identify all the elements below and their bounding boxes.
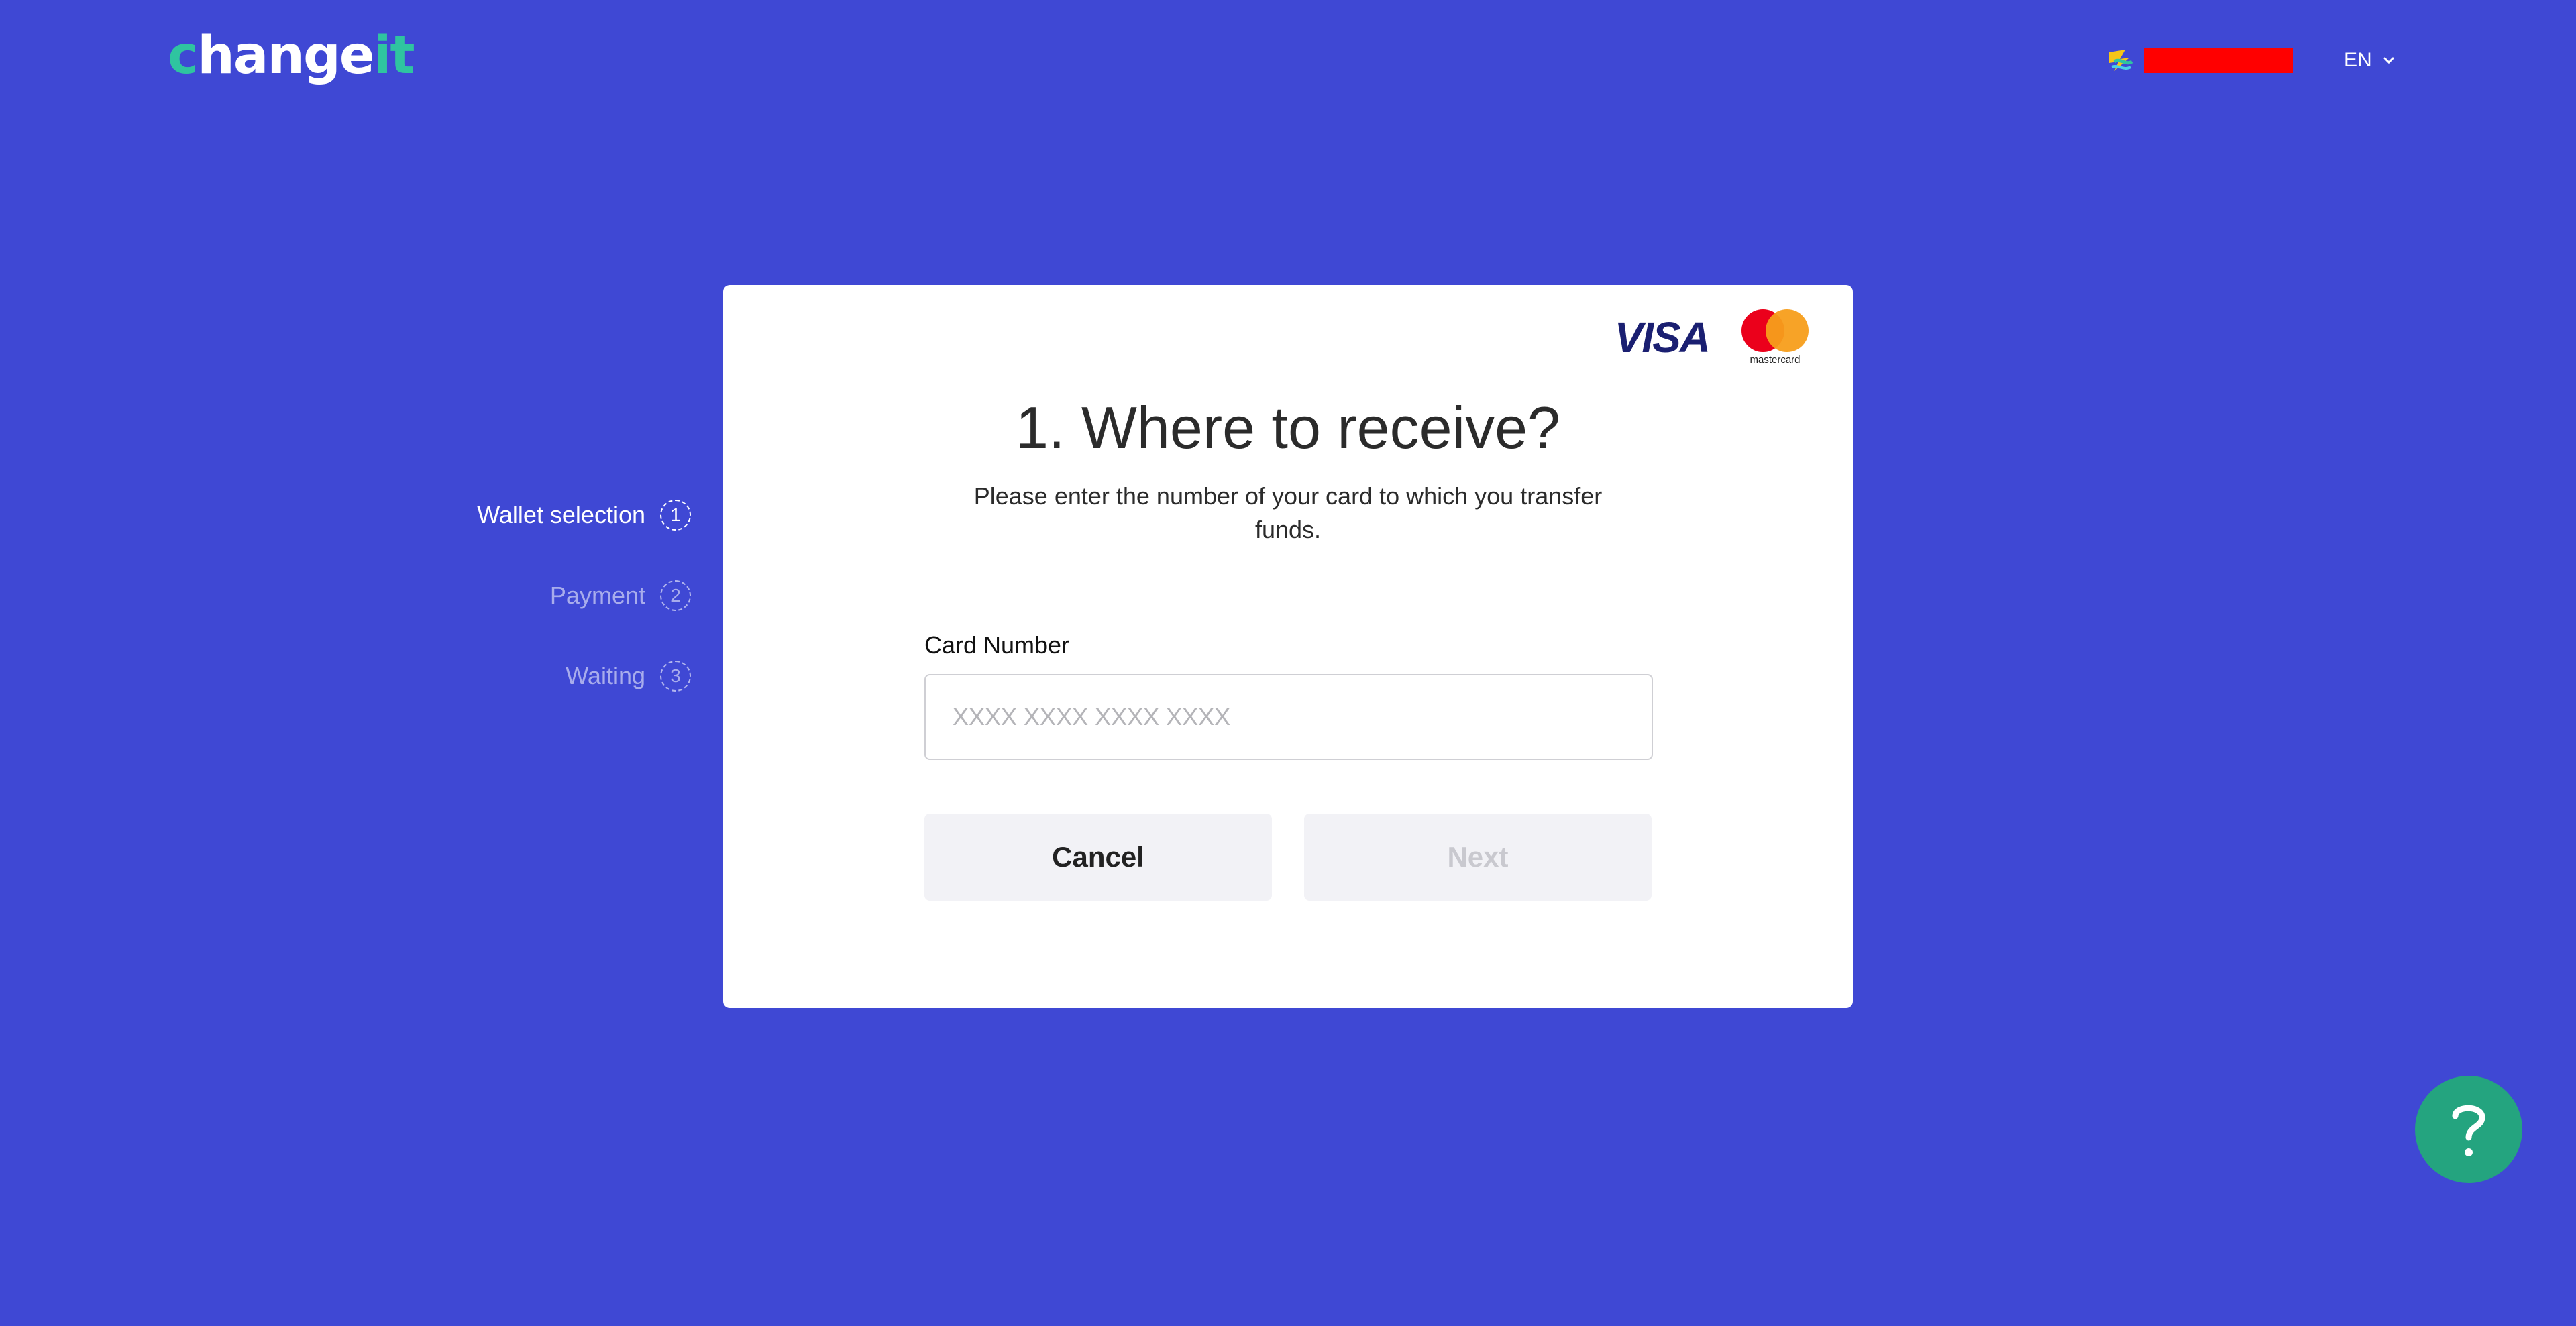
cancel-button[interactable]: Cancel [924,814,1272,901]
logo-part-c: c [168,25,199,86]
question-mark-icon [2452,1105,2485,1156]
visa-logo: VISA [1614,313,1711,362]
card-number-input[interactable] [924,674,1653,760]
redacted-account [2144,48,2293,73]
mastercard-orange-circle [1766,309,1809,352]
header-right: EN [2105,42,2396,79]
logo-part-it: it [373,25,415,86]
mastercard-wordmark: mastercard [1750,354,1801,366]
progress-steps: Wallet selection 1 Payment 2 Waiting 3 [402,496,691,738]
chevron-down-icon [2383,57,2394,64]
step-wallet-selection[interactable]: Wallet selection 1 [402,496,691,534]
step-waiting[interactable]: Waiting 3 [402,657,691,695]
help-button[interactable] [2415,1076,2522,1183]
page-title: 1. Where to receive? [1016,394,1560,461]
language-select[interactable]: EN [2344,49,2396,72]
mastercard-logo: mastercard [1741,309,1809,366]
next-button[interactable]: Next [1304,814,1652,901]
receive-card-panel: VISA mastercard 1. Where to receive? Ple… [723,285,1853,1008]
step-payment[interactable]: Payment 2 [402,577,691,614]
changeit-logo[interactable]: c hange it [168,25,415,86]
brand-icon [2105,46,2135,75]
step-label: Wallet selection [477,501,645,529]
payment-logos: VISA mastercard [1615,309,1809,366]
language-label: EN [2344,49,2372,71]
step-number: 1 [660,500,691,531]
page: c hange it EN Wallet selection 1 Payment 2 [0,0,2576,1326]
page-subtitle: Please enter the number of your card to … [973,482,1603,543]
card-number-label: Card Number [924,631,1070,659]
step-number: 2 [660,580,691,611]
step-number: 3 [660,661,691,692]
logo-part-hange: hange [197,25,374,86]
step-label: Waiting [566,662,645,689]
step-label: Payment [549,582,645,609]
